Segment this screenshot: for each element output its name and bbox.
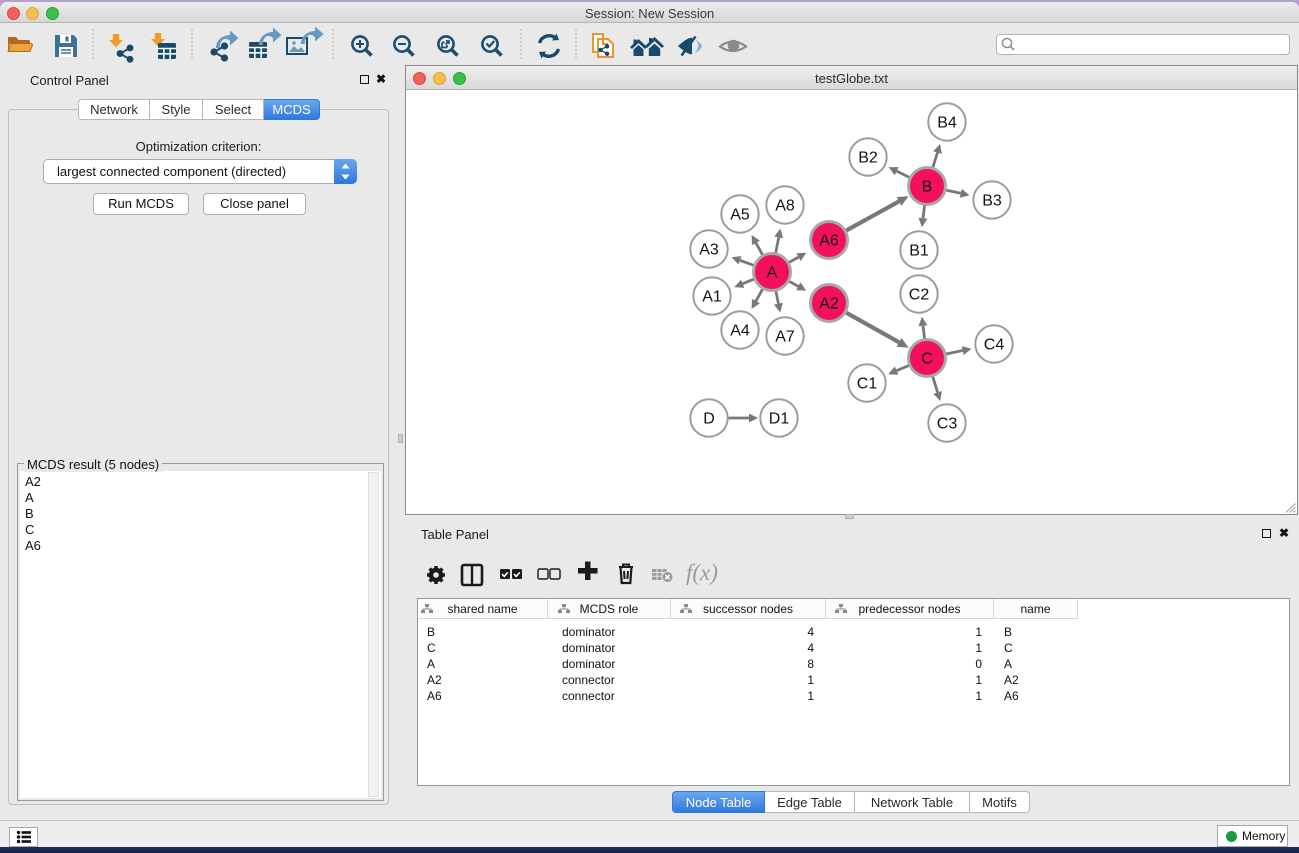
svg-text:B1: B1 — [909, 243, 929, 260]
svg-text:A1: A1 — [702, 289, 722, 306]
svg-text:B3: B3 — [982, 193, 1002, 210]
svg-text:C1: C1 — [857, 376, 878, 393]
svg-text:C2: C2 — [909, 287, 930, 304]
svg-text:A: A — [767, 265, 778, 282]
svg-text:C3: C3 — [937, 416, 958, 433]
svg-text:C4: C4 — [984, 337, 1005, 354]
svg-text:B2: B2 — [858, 150, 878, 167]
svg-text:f(x): f(x) — [686, 560, 718, 585]
svg-text:A7: A7 — [775, 329, 795, 346]
svg-text:A6: A6 — [819, 233, 839, 250]
svg-text:B: B — [922, 179, 933, 196]
svg-text:A5: A5 — [730, 207, 750, 224]
svg-text:D: D — [703, 411, 715, 428]
svg-text:B4: B4 — [937, 115, 957, 132]
svg-text:D1: D1 — [769, 411, 790, 428]
svg-text:A4: A4 — [730, 323, 750, 340]
svg-text:A8: A8 — [775, 198, 795, 215]
svg-text:A2: A2 — [819, 296, 839, 313]
svg-text:A3: A3 — [699, 242, 719, 259]
svg-text:C: C — [921, 351, 933, 368]
